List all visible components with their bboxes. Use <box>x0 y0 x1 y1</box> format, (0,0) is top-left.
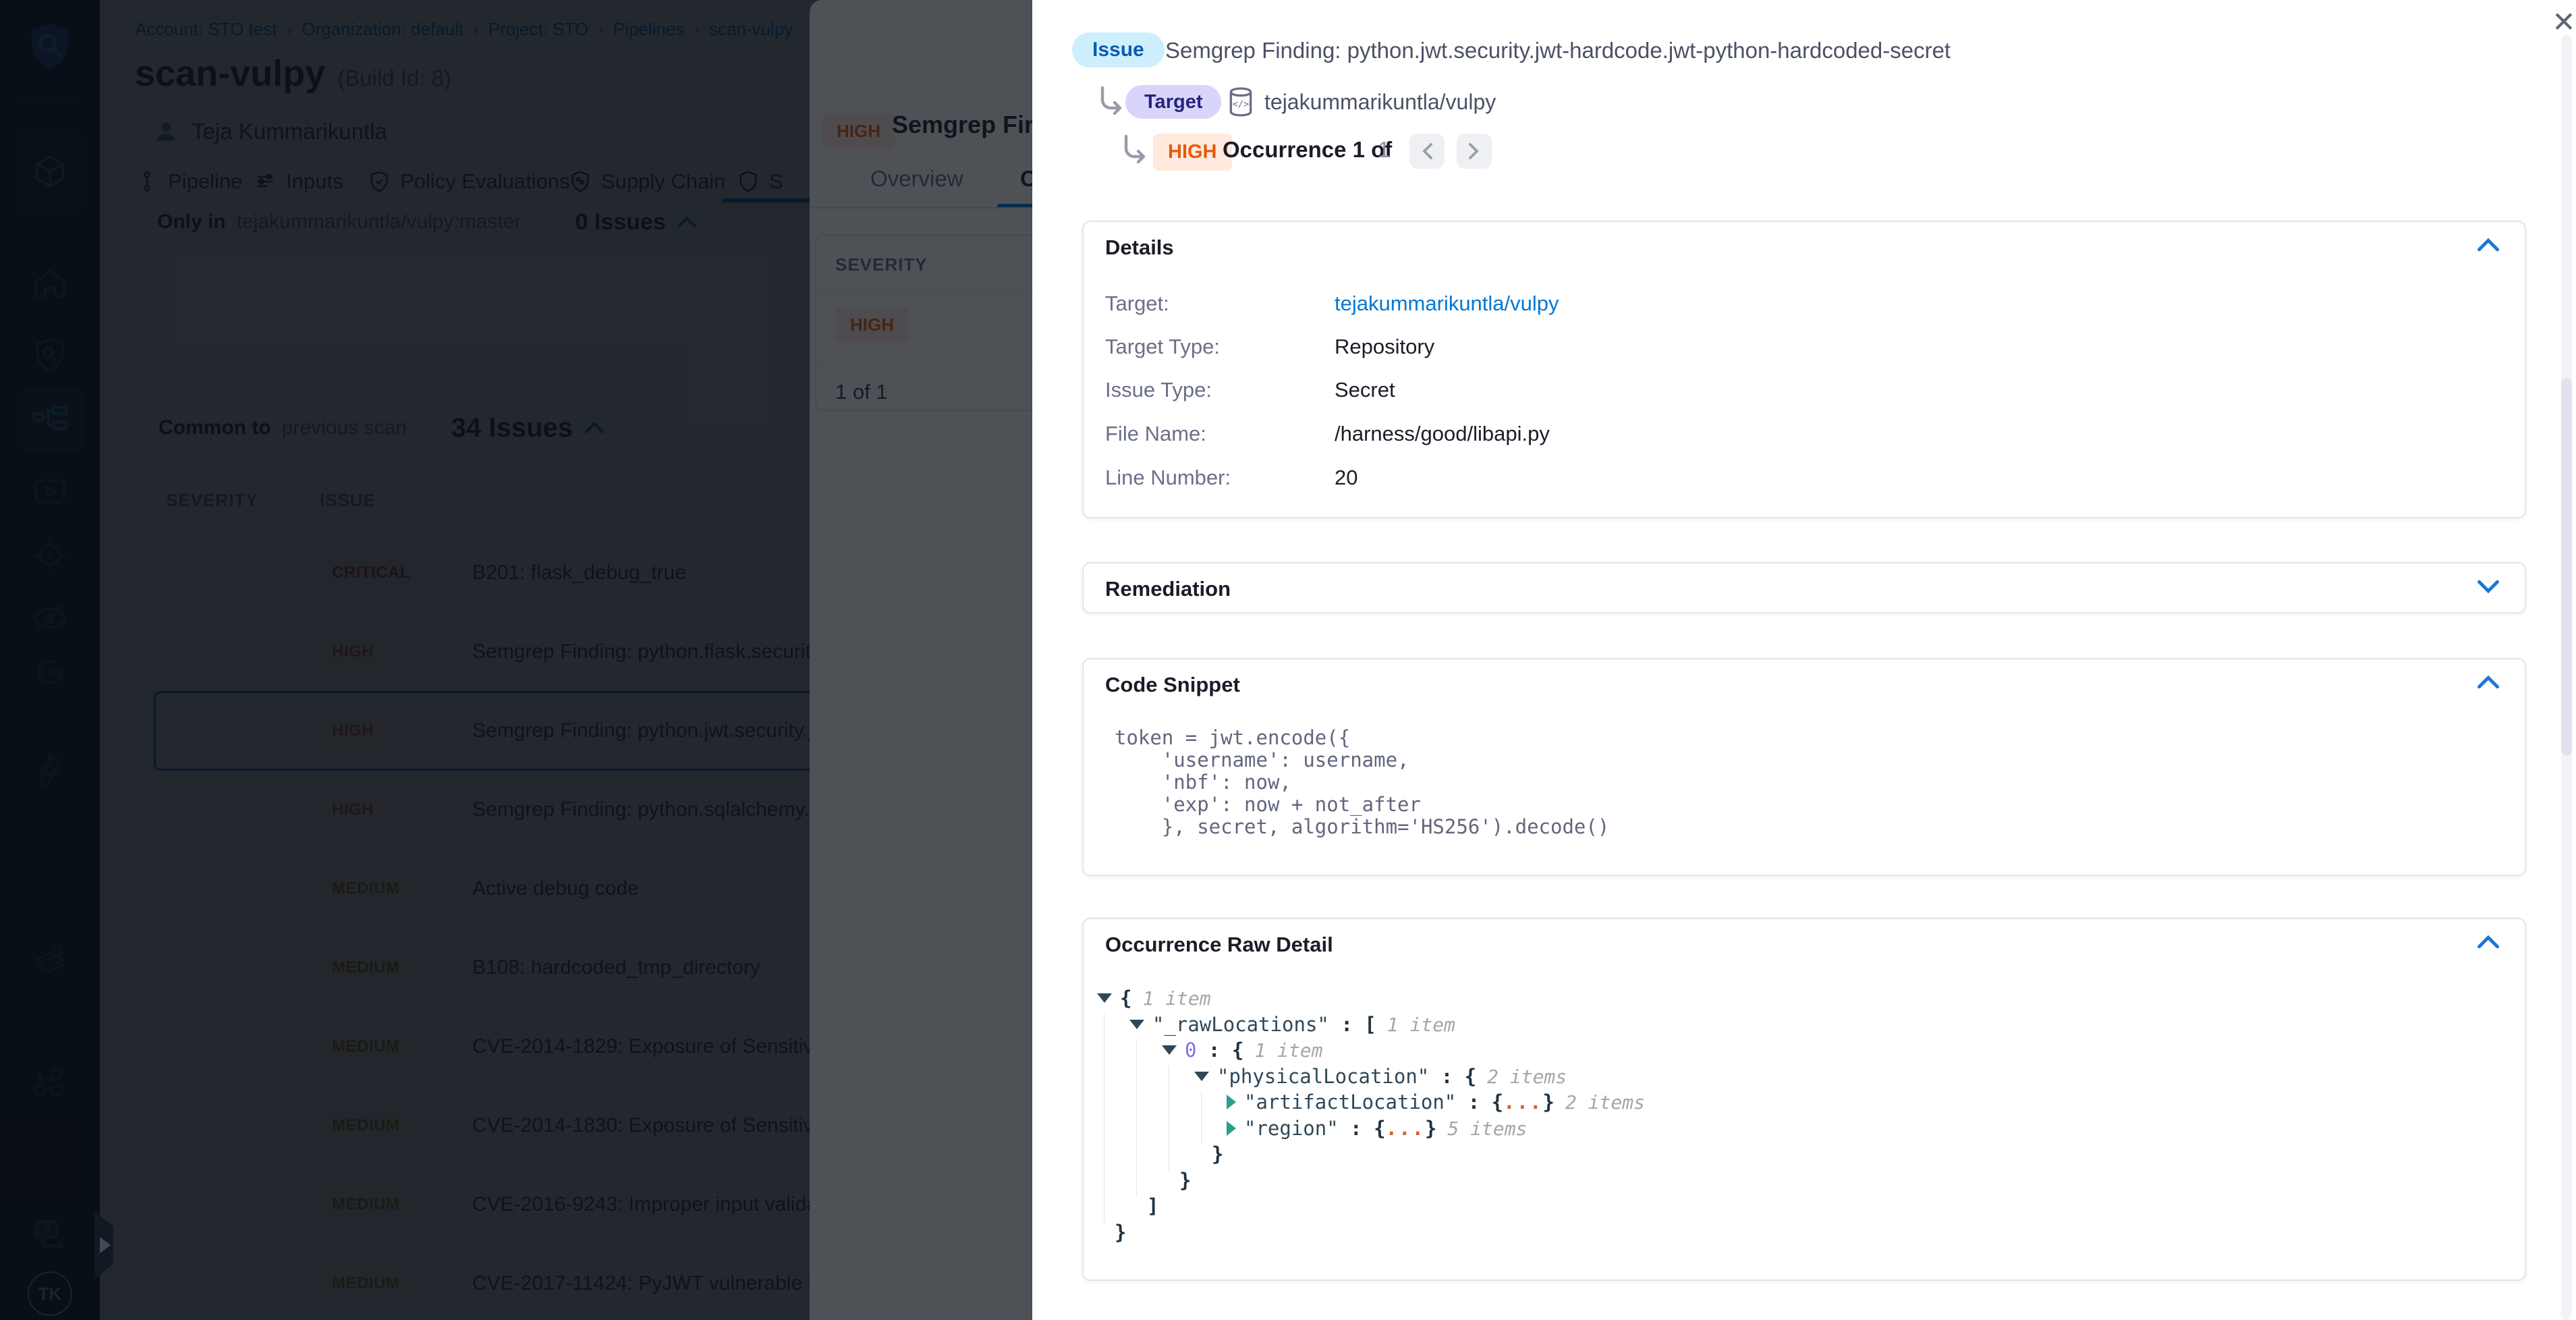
collapse-section-button[interactable] <box>2476 934 2500 954</box>
tree-count: 2 items <box>1565 1091 1645 1113</box>
tree-expanded-icon <box>1097 993 1112 1003</box>
tree-count: 5 items <box>1447 1118 1527 1140</box>
drawer-issue-title: Semgrep Finding: python.jwt.security.jwt… <box>1165 38 1951 63</box>
detail-value: /harness/good/libapi.py <box>1335 422 1550 446</box>
collapse-section-button[interactable] <box>2476 237 2500 256</box>
tree-index: 0 <box>1185 1039 1196 1062</box>
tree-punct: { <box>1465 1065 1476 1088</box>
tree-punct: { <box>1232 1039 1243 1062</box>
tree-punct: } <box>1179 1169 1191 1192</box>
tree-expanded-icon <box>1162 1045 1177 1055</box>
prev-occurrence-button[interactable] <box>1409 134 1445 169</box>
branch-arrow-icon <box>1097 85 1124 115</box>
detail-label: Line Number: <box>1105 466 1231 490</box>
code-line: 'nbf': now, <box>1115 771 1291 794</box>
detail-value: Repository <box>1335 335 1434 359</box>
detail-value: Secret <box>1335 378 1395 402</box>
tree-count: 2 items <box>1487 1066 1567 1088</box>
tree-colon: : <box>1456 1091 1491 1113</box>
detail-value: 20 <box>1335 466 1357 490</box>
json-tree-node[interactable]: "region" : { ... } 5 items <box>1227 1117 1527 1140</box>
branch-arrow-icon <box>1121 134 1148 163</box>
target-name[interactable]: tejakummarikuntla/vulpy <box>1264 90 1496 115</box>
app-root: ? TK Account: STO test › Organization: d… <box>0 0 2576 1320</box>
issue-detail-drawer: ✕ Issue Semgrep Finding: python.jwt.secu… <box>1032 0 2576 1320</box>
chevron-left-icon <box>1420 142 1434 161</box>
section-title: Remediation <box>1105 577 1231 601</box>
detail-label: Issue Type: <box>1105 378 1212 402</box>
chevron-up-icon <box>2476 237 2500 253</box>
tree-punct: { <box>1120 987 1131 1010</box>
code-snippet-section: Code Snippet token = jwt.encode({ 'usern… <box>1082 658 2526 876</box>
remediation-section: Remediation <box>1082 562 2526 613</box>
chevron-up-icon <box>2476 674 2500 690</box>
tree-punct: [ <box>1364 1013 1376 1036</box>
tree-expanded-icon <box>1194 1072 1209 1081</box>
tree-key: "physicalLocation" <box>1217 1065 1429 1088</box>
tree-ellipsis: ... <box>1503 1091 1542 1113</box>
tree-punct: ] <box>1147 1194 1158 1217</box>
tree-count: 1 item <box>1142 987 1210 1010</box>
tree-punct: } <box>1115 1221 1126 1244</box>
json-tree-node[interactable]: "artifactLocation" : { ... } 2 items <box>1227 1091 1645 1113</box>
details-section: Details Target: tejakummarikuntla/vulpy … <box>1082 221 2526 518</box>
json-tree-closer: } <box>1115 1221 1126 1244</box>
tree-brace: { <box>1374 1117 1385 1140</box>
json-tree-node[interactable]: { 1 item <box>1097 987 1211 1010</box>
collapse-section-button[interactable] <box>2476 674 2500 694</box>
json-tree-node[interactable]: "_rawLocations" : [ 1 item <box>1129 1013 1455 1036</box>
detail-value-target-link[interactable]: tejakummarikuntla/vulpy <box>1335 292 1559 316</box>
code-line: token = jwt.encode({ <box>1115 727 1350 749</box>
tree-ellipsis: ... <box>1386 1117 1425 1140</box>
tree-key: "region" <box>1244 1117 1339 1140</box>
raw-detail-section: Occurrence Raw Detail { 1 item "_rawLoca… <box>1082 918 2526 1281</box>
close-icon[interactable]: ✕ <box>2545 3 2576 40</box>
code-line: }, secret, algorithm='HS256').decode() <box>1115 816 1609 838</box>
detail-label: File Name: <box>1105 422 1206 446</box>
chevron-right-icon <box>1467 142 1481 161</box>
json-tree-node[interactable]: "physicalLocation" : { 2 items <box>1194 1065 1567 1088</box>
tree-punct: } <box>1212 1143 1223 1165</box>
json-tree-closer: } <box>1212 1143 1223 1165</box>
detail-label: Target Type: <box>1105 335 1220 359</box>
section-title: Details <box>1105 236 1174 260</box>
expand-section-button[interactable] <box>2476 578 2500 598</box>
tree-key: "_rawLocations" <box>1152 1013 1329 1036</box>
tree-colon: : <box>1196 1039 1231 1062</box>
tree-colon: : <box>1329 1013 1364 1036</box>
tree-colon: : <box>1339 1117 1374 1140</box>
section-title: Occurrence Raw Detail <box>1105 933 1333 957</box>
occurrence-total: 1 <box>1378 137 1390 163</box>
tree-collapsed-icon <box>1227 1121 1236 1136</box>
next-occurrence-button[interactable] <box>1457 134 1492 169</box>
json-tree-node[interactable]: 0 : { 1 item <box>1162 1039 1322 1062</box>
tree-collapsed-icon <box>1227 1095 1236 1109</box>
chevron-down-icon <box>2476 578 2500 595</box>
drawer-scrollbar-thumb[interactable] <box>2561 378 2572 756</box>
svg-text:</>: </> <box>1233 99 1250 109</box>
chevron-up-icon <box>2476 934 2500 950</box>
detail-label: Target: <box>1105 292 1169 316</box>
target-badge: Target <box>1125 85 1221 119</box>
tree-count: 1 item <box>1254 1039 1322 1062</box>
issue-type-badge: Issue <box>1072 32 1165 67</box>
tree-brace: } <box>1543 1091 1555 1113</box>
occurrence-label: Occurrence 1 of <box>1223 137 1392 163</box>
code-line: 'exp': now + not_after <box>1115 794 1421 816</box>
tree-colon: : <box>1429 1065 1464 1088</box>
tree-brace: } <box>1425 1117 1436 1140</box>
tree-count: 1 item <box>1387 1014 1455 1036</box>
tree-brace: { <box>1492 1091 1503 1113</box>
tree-expanded-icon <box>1129 1020 1144 1029</box>
json-tree-closer: } <box>1179 1169 1191 1192</box>
severity-badge: HIGH <box>1153 134 1232 171</box>
json-tree-closer: ] <box>1147 1194 1158 1217</box>
tree-key: "artifactLocation" <box>1244 1091 1456 1113</box>
code-line: 'username': username, <box>1115 749 1409 771</box>
repository-icon: </> <box>1227 86 1255 117</box>
section-title: Code Snippet <box>1105 673 1240 697</box>
